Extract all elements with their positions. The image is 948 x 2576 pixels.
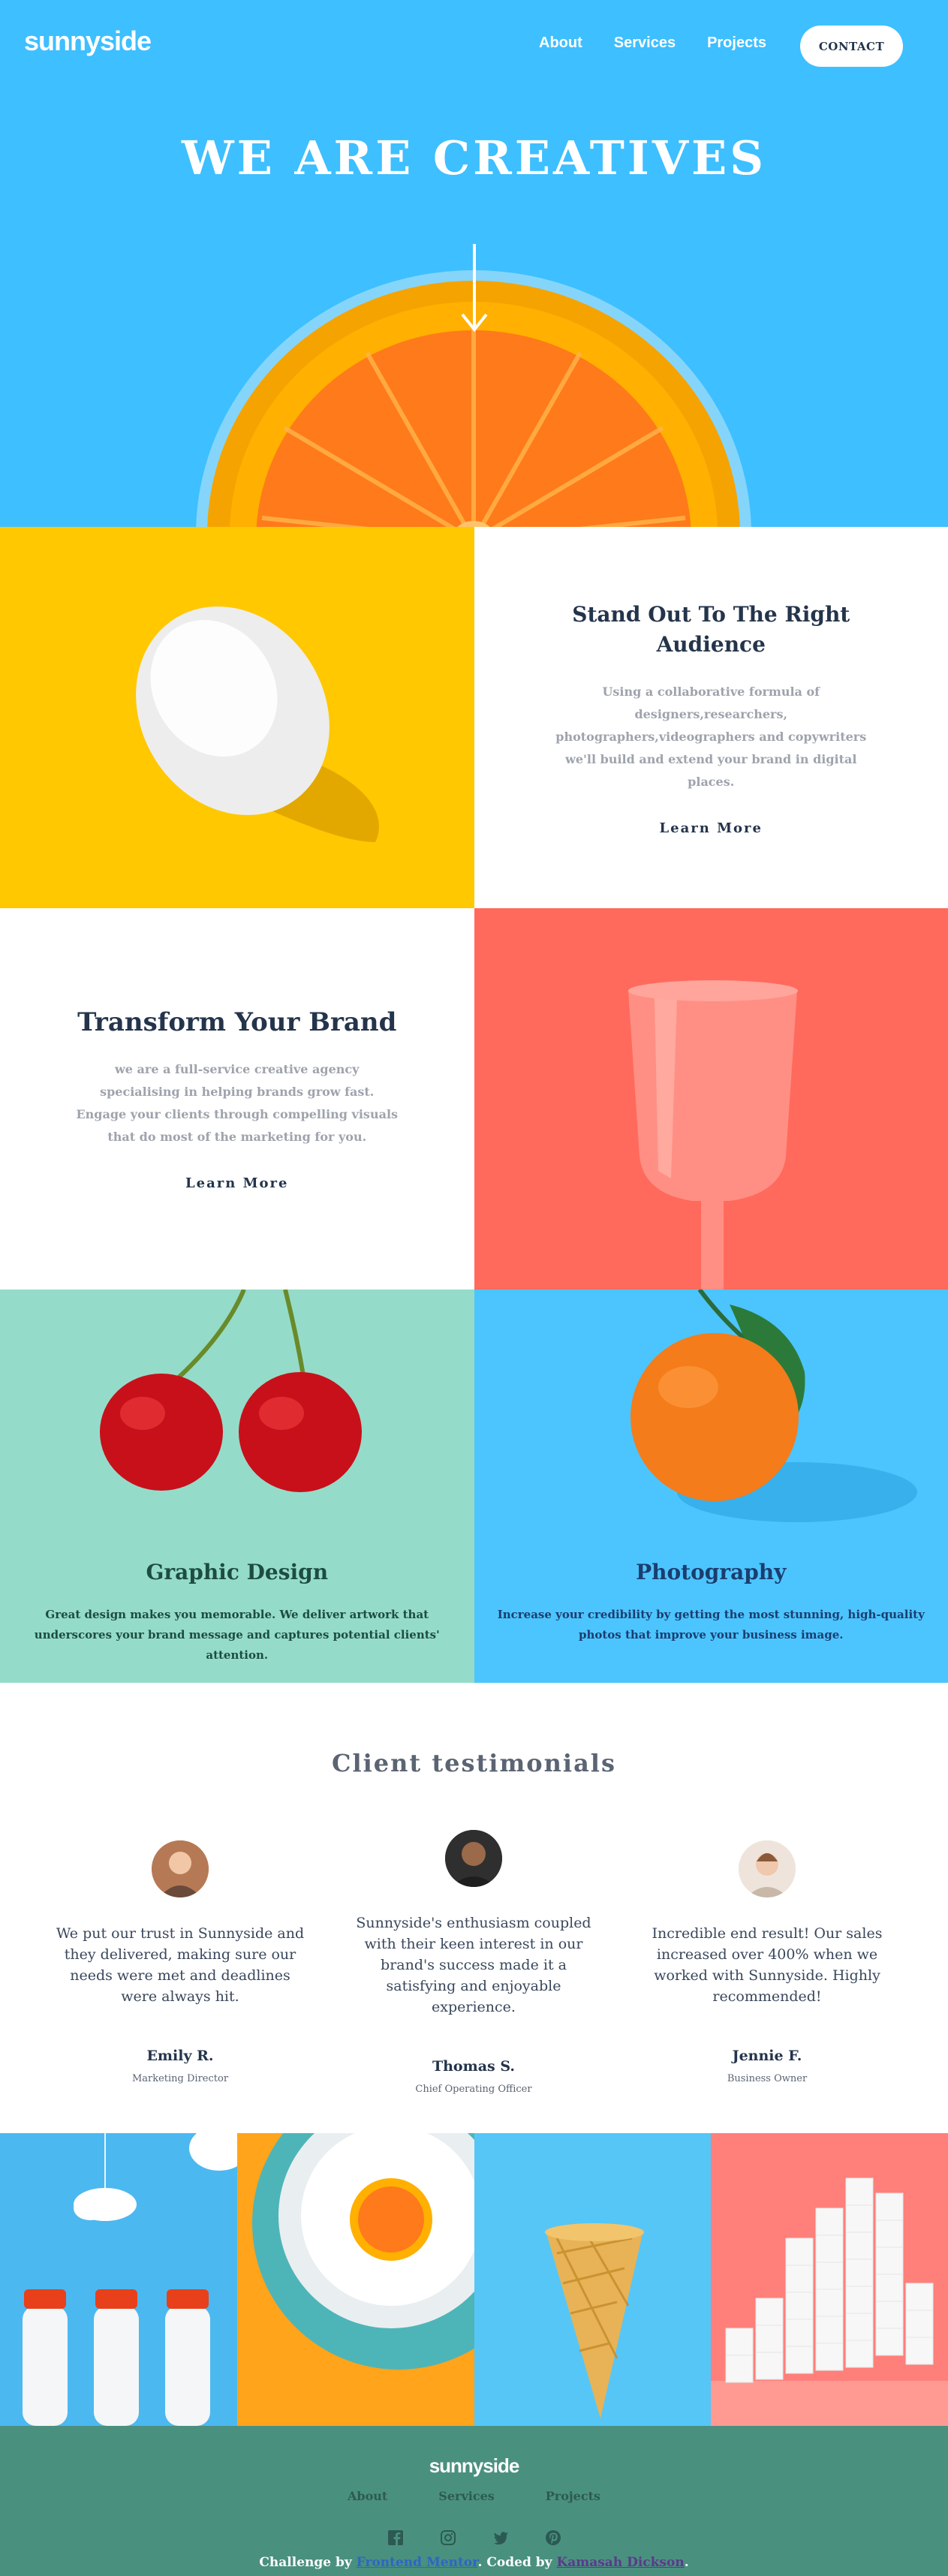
testimonial-name: Emily R. [53,2048,308,2064]
gallery-sugar-cubes-image [711,2133,948,2426]
hero-section: sunnyside About Services Projects CONTAC… [0,0,948,527]
testimonial-role: Business Owner [640,2073,895,2084]
footer-link-services[interactable]: Services [438,2489,494,2503]
testimonial-role: Marketing Director [53,2073,308,2084]
photography-card: Photography Increase your credibility by… [474,1290,948,1683]
gallery-section [0,2133,948,2426]
attribution: Challenge by Frontend Mentor. Coded by K… [0,2555,948,2570]
footer-links: About Services Projects [0,2489,948,2503]
instagram-icon[interactable] [440,2529,456,2546]
nav-links: About Services Projects [539,35,766,52]
testimonial-name: Thomas S. [346,2058,601,2075]
footer: sunnyside About Services Projects Challe… [0,2426,948,2576]
attribution-prefix: Challenge by [259,2555,356,2570]
cup-image [474,908,948,1290]
orange-illustration [474,1290,948,1545]
author-link[interactable]: Kamasah Dickson [556,2555,684,2570]
stand-out-learn-more-link[interactable]: Learn More [660,820,763,836]
cherries-illustration [0,1290,474,1545]
twitter-icon[interactable] [492,2529,509,2546]
frontend-mentor-link[interactable]: Frontend Mentor [357,2555,478,2570]
footer-logo[interactable]: sunnyside [0,2454,948,2478]
pinterest-icon[interactable] [545,2529,561,2546]
gallery-orange-plate-image [237,2133,474,2426]
transform-row: Transform Your Brand we are a full-servi… [0,908,948,1290]
transform-body: we are a full-service creative agency sp… [75,1058,399,1148]
transform-learn-more-link[interactable]: Learn More [185,1175,288,1191]
testimonial-card: Incredible end result! Our sales increas… [640,1840,895,2084]
nav-link-services[interactable]: Services [614,35,676,52]
photography-body: Increase your credibility by getting the… [489,1605,934,1645]
photography-title: Photography [474,1560,948,1584]
top-navigation: sunnyside About Services Projects CONTAC… [0,0,948,93]
graphic-design-body: Great design makes you memorable. We del… [15,1605,459,1666]
avatar [739,1840,796,1897]
facebook-icon[interactable] [387,2529,404,2546]
egg-image [0,527,474,908]
testimonials-title: Client testimonials [0,1749,948,1777]
avatar [152,1840,209,1897]
stand-out-row: Stand Out To The Right Audience Using a … [0,527,948,908]
arrow-down-icon[interactable] [461,244,488,334]
services-row: Graphic Design Great design makes you me… [0,1290,948,1683]
transform-panel: Transform Your Brand we are a full-servi… [0,908,474,1290]
gallery-milk-bottles-image [0,2133,237,2426]
nav-link-about[interactable]: About [539,35,582,52]
testimonial-name: Jennie F. [640,2048,895,2064]
testimonial-quote: Incredible end result! Our sales increas… [640,1923,895,2007]
cup-illustration [474,908,948,1290]
testimonial-quote: We put our trust in Sunnyside and they d… [53,1923,308,2007]
logo[interactable]: sunnyside [24,26,151,57]
egg-illustration [0,527,474,908]
graphic-design-card: Graphic Design Great design makes you me… [0,1290,474,1683]
attribution-middle: . Coded by [478,2555,557,2570]
transform-heading: Transform Your Brand [77,1007,396,1037]
social-icons [0,2529,948,2546]
testimonial-role: Chief Operating Officer [346,2084,601,2095]
testimonial-card: We put our trust in Sunnyside and they d… [53,1840,308,2084]
stand-out-heading: Stand Out To The Right Audience [572,600,850,660]
stand-out-panel: Stand Out To The Right Audience Using a … [474,527,948,908]
stand-out-heading-line1: Stand Out To The Right [572,602,850,627]
testimonial-quote: Sunnyside's enthusiasm coupled with thei… [346,1912,601,2018]
nav-link-projects[interactable]: Projects [707,35,766,52]
testimonial-card: Sunnyside's enthusiasm coupled with thei… [346,1830,601,2095]
footer-link-about[interactable]: About [348,2489,387,2503]
contact-button[interactable]: CONTACT [800,26,903,67]
avatar [445,1830,502,1887]
stand-out-heading-line2: Audience [657,632,766,657]
graphic-design-title: Graphic Design [0,1560,474,1584]
gallery-ice-cream-cone-image [474,2133,712,2426]
hero-title: WE ARE CREATIVES [0,131,948,185]
testimonials-section: Client testimonials We put our trust in … [0,1683,948,2133]
footer-link-projects[interactable]: Projects [546,2489,600,2503]
stand-out-body: Using a collaborative formula of designe… [549,681,874,793]
attribution-suffix: . [685,2555,689,2570]
